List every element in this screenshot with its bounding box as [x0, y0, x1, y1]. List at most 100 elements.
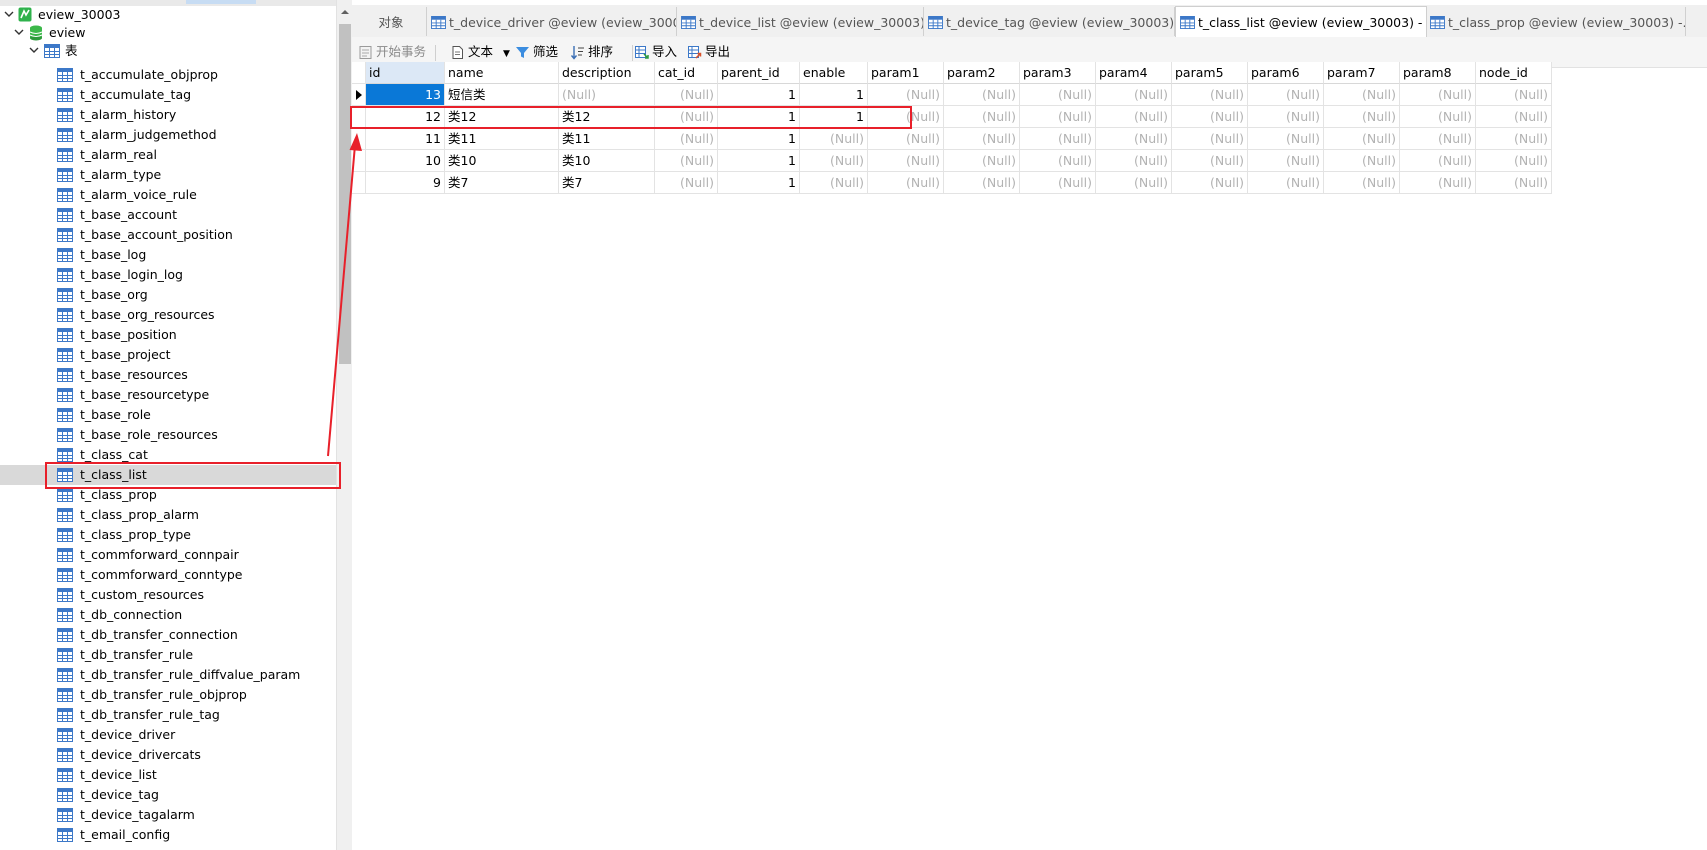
cell-enable[interactable]: (Null) — [800, 128, 868, 150]
begin-transaction-button[interactable]: 开始事务 — [358, 41, 426, 63]
row-indicator[interactable] — [352, 172, 366, 194]
column-header-param7[interactable]: param7 — [1324, 62, 1400, 84]
tree-table-item[interactable]: t_base_project — [0, 345, 336, 365]
tree-table-item[interactable]: t_commforward_conntype — [0, 565, 336, 585]
cell-node-id[interactable]: (Null) — [1476, 150, 1552, 172]
tree-tables-group-row[interactable]: 表 — [0, 41, 336, 61]
column-header-node-id[interactable]: node_id — [1476, 62, 1552, 84]
cell-param3[interactable]: (Null) — [1020, 84, 1096, 106]
cell-param1[interactable]: (Null) — [868, 172, 944, 194]
cell-param6[interactable]: (Null) — [1248, 128, 1324, 150]
tree-table-item[interactable]: t_alarm_judgemethod — [0, 125, 336, 145]
cell-enable[interactable]: (Null) — [800, 172, 868, 194]
tab[interactable]: t_class_prop @eview (eview_30003) -... — [1426, 7, 1686, 36]
cell-id[interactable]: 9 — [366, 172, 445, 194]
tree-table-item[interactable]: t_commforward_connpair — [0, 545, 336, 565]
cell-param5[interactable]: (Null) — [1172, 106, 1248, 128]
row-indicator[interactable] — [352, 128, 366, 150]
export-button[interactable]: 导出 — [687, 41, 730, 63]
tree-table-item[interactable]: t_base_resources — [0, 365, 336, 385]
cell-param3[interactable]: (Null) — [1020, 106, 1096, 128]
tree-table-item[interactable]: t_accumulate_objprop — [0, 65, 336, 85]
cell-param8[interactable]: (Null) — [1400, 172, 1476, 194]
cell-description[interactable]: 类10 — [559, 150, 655, 172]
cell-param1[interactable]: (Null) — [868, 128, 944, 150]
tree-table-item[interactable]: t_base_role — [0, 405, 336, 425]
cell-param6[interactable]: (Null) — [1248, 106, 1324, 128]
chevron-down-icon[interactable] — [4, 9, 14, 19]
tab[interactable]: t_device_list @eview (eview_30003) - ... — [677, 7, 924, 36]
cell-node-id[interactable]: (Null) — [1476, 172, 1552, 194]
cell-param7[interactable]: (Null) — [1324, 84, 1400, 106]
cell-param4[interactable]: (Null) — [1096, 172, 1172, 194]
cell-id[interactable]: 11 — [366, 128, 445, 150]
cell-node-id[interactable]: (Null) — [1476, 84, 1552, 106]
cell-description[interactable]: 类7 — [559, 172, 655, 194]
tree-table-item[interactable]: t_alarm_type — [0, 165, 336, 185]
cell-param8[interactable]: (Null) — [1400, 84, 1476, 106]
tree-table-item[interactable]: t_base_account — [0, 205, 336, 225]
tree-table-item[interactable]: t_base_account_position — [0, 225, 336, 245]
column-header-param3[interactable]: param3 — [1020, 62, 1096, 84]
tree-table-item[interactable]: t_base_position — [0, 325, 336, 345]
cell-parent-id[interactable]: 1 — [718, 128, 800, 150]
cell-id[interactable]: 10 — [366, 150, 445, 172]
cell-cat-id[interactable]: (Null) — [655, 172, 718, 194]
tree-table-item[interactable]: t_accumulate_tag — [0, 85, 336, 105]
cell-param2[interactable]: (Null) — [944, 84, 1020, 106]
cell-node-id[interactable]: (Null) — [1476, 128, 1552, 150]
cell-description[interactable]: 类11 — [559, 128, 655, 150]
tree-table-item[interactable]: t_db_transfer_rule_tag — [0, 705, 336, 725]
cell-param4[interactable]: (Null) — [1096, 106, 1172, 128]
tree-table-item[interactable]: t_db_connection — [0, 605, 336, 625]
cell-name[interactable]: 类7 — [445, 172, 559, 194]
tree-table-item[interactable]: t_db_transfer_rule_diffvalue_param — [0, 665, 336, 685]
column-header-param4[interactable]: param4 — [1096, 62, 1172, 84]
tree-table-item[interactable]: t_device_tag — [0, 785, 336, 805]
tab[interactable]: t_device_tag @eview (eview_30003) -... — [924, 7, 1175, 36]
tree-table-item[interactable]: t_base_resourcetype — [0, 385, 336, 405]
cell-cat-id[interactable]: (Null) — [655, 84, 718, 106]
tree-table-item[interactable]: t_custom_resources — [0, 585, 336, 605]
cell-param7[interactable]: (Null) — [1324, 150, 1400, 172]
sort-button[interactable]: 排序 — [570, 41, 613, 63]
cell-param6[interactable]: (Null) — [1248, 150, 1324, 172]
column-header-param5[interactable]: param5 — [1172, 62, 1248, 84]
cell-param5[interactable]: (Null) — [1172, 150, 1248, 172]
column-header-param1[interactable]: param1 — [868, 62, 944, 84]
column-header-param2[interactable]: param2 — [944, 62, 1020, 84]
row-indicator[interactable] — [352, 150, 366, 172]
cell-param8[interactable]: (Null) — [1400, 150, 1476, 172]
cell-param1[interactable]: (Null) — [868, 84, 944, 106]
dropdown-caret-icon[interactable]: ▼ — [503, 49, 510, 59]
cell-param2[interactable]: (Null) — [944, 172, 1020, 194]
cell-param2[interactable]: (Null) — [944, 106, 1020, 128]
cell-name[interactable]: 短信类 — [445, 84, 559, 106]
cell-param1[interactable]: (Null) — [868, 150, 944, 172]
tab-active[interactable]: t_class_list @eview (eview_30003) - 表 — [1175, 6, 1427, 39]
tree-table-item[interactable]: t_alarm_history — [0, 105, 336, 125]
tree-table-item[interactable]: t_device_list — [0, 765, 336, 785]
cell-node-id[interactable]: (Null) — [1476, 106, 1552, 128]
cell-parent-id[interactable]: 1 — [718, 172, 800, 194]
cell-param7[interactable]: (Null) — [1324, 106, 1400, 128]
tree-table-item[interactable]: t_device_tagalarm — [0, 805, 336, 825]
cell-id[interactable]: 13 — [366, 84, 445, 106]
column-header-cat-id[interactable]: cat_id — [655, 62, 718, 84]
column-header-description[interactable]: description — [559, 62, 655, 84]
column-header-name[interactable]: name — [445, 62, 559, 84]
tree-table-item[interactable]: t_db_transfer_rule — [0, 645, 336, 665]
cell-param2[interactable]: (Null) — [944, 150, 1020, 172]
tree-table-item[interactable]: t_device_drivercats — [0, 745, 336, 765]
cell-param3[interactable]: (Null) — [1020, 172, 1096, 194]
cell-param7[interactable]: (Null) — [1324, 128, 1400, 150]
cell-cat-id[interactable]: (Null) — [655, 150, 718, 172]
cell-enable[interactable]: 1 — [800, 84, 868, 106]
cell-param4[interactable]: (Null) — [1096, 150, 1172, 172]
cell-name[interactable]: 类11 — [445, 128, 559, 150]
tree-table-item[interactable]: t_base_log — [0, 245, 336, 265]
tree-table-item[interactable]: t_class_prop_type — [0, 525, 336, 545]
column-header-param8[interactable]: param8 — [1400, 62, 1476, 84]
column-header-parent-id[interactable]: parent_id — [718, 62, 800, 84]
cell-param8[interactable]: (Null) — [1400, 128, 1476, 150]
